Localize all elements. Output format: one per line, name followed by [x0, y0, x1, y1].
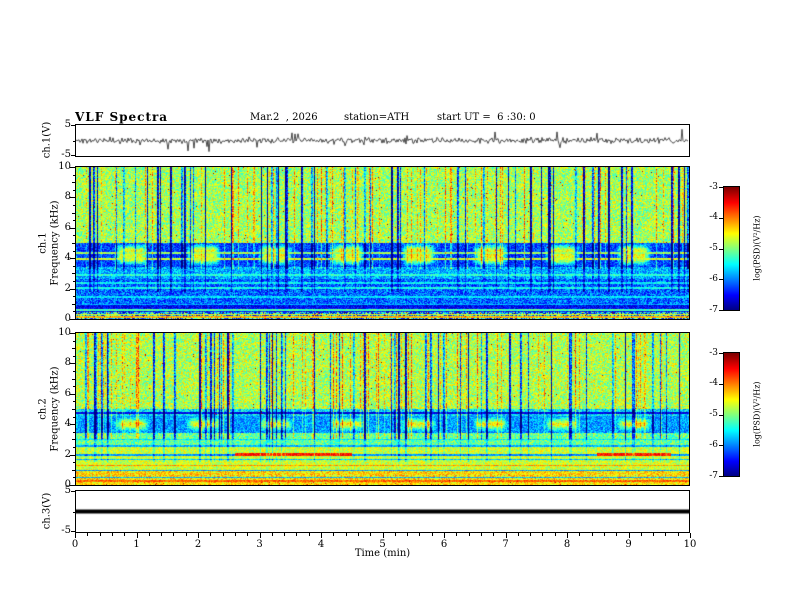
- y-axis-tick-label: 0: [64, 313, 71, 324]
- x-axis-tick: [591, 533, 593, 536]
- vlf-spectra-figure: VLF Spectra Mar.2 , 2026 station=ATH sta…: [0, 0, 792, 612]
- colorbar-tick-label: -4: [709, 212, 718, 223]
- x-axis-tick: [75, 533, 76, 538]
- ch2-frequency-axis-label-line2: Frequency (kHz): [49, 366, 60, 452]
- x-axis-tick: [653, 533, 655, 536]
- colorbar-1-label: log(PSD)(V²/Hz): [752, 215, 762, 281]
- x-axis-tick: [296, 533, 298, 536]
- x-axis-tick: [665, 533, 667, 536]
- x-axis-tick: [345, 533, 347, 536]
- x-axis-tick: [690, 533, 691, 538]
- ch2-spectrogram: [76, 333, 689, 485]
- colorbar-2: [723, 352, 740, 477]
- ch2-frequency-axis-label-line1: ch.2: [37, 398, 49, 420]
- colorbar-1: [723, 186, 740, 311]
- ch1-spectrogram-panel: [75, 166, 690, 320]
- colorbar-tick-label: -7: [709, 470, 718, 481]
- x-axis-tick: [382, 533, 384, 538]
- x-axis-tick: [616, 533, 618, 536]
- x-axis-tick: [530, 533, 532, 536]
- x-axis-tick: [357, 533, 359, 536]
- x-axis-tick: [161, 533, 163, 536]
- ch1-waveform-panel: [75, 124, 690, 157]
- x-axis-tick: [394, 533, 396, 536]
- x-axis-tick: [493, 533, 495, 536]
- ch3-waveform-panel: [75, 490, 690, 533]
- x-axis-tick: [198, 533, 199, 538]
- x-axis-tick: [542, 533, 544, 536]
- x-axis-tick: [567, 533, 568, 538]
- x-axis-tick: [99, 533, 101, 536]
- ch2-spectrogram-panel: [75, 332, 690, 486]
- x-axis-tick: [407, 533, 409, 536]
- colorbar-tick-label: -4: [709, 378, 718, 389]
- ch3-waveform-plot: [76, 491, 689, 532]
- x-axis-tick: [247, 533, 249, 536]
- x-axis-tick: [677, 533, 679, 536]
- x-axis-tick: [333, 533, 335, 536]
- colorbar-2-label: log(PSD)(V²/Hz): [752, 381, 762, 447]
- x-axis-tick: [370, 533, 372, 536]
- x-axis-tick: [284, 533, 286, 536]
- x-axis-tick: [444, 533, 445, 538]
- y-axis-tick-label: 10: [58, 327, 71, 338]
- colorbar-tick-label: -3: [709, 181, 718, 192]
- x-axis-tick: [517, 533, 519, 536]
- colorbar-tick-label: -7: [709, 304, 718, 315]
- x-axis-tick: [259, 533, 261, 538]
- x-axis-tick: [111, 533, 113, 536]
- ch2-frequency-axis-label: ch.2 Frequency (kHz): [38, 366, 61, 451]
- x-axis-tick: [419, 533, 421, 536]
- colorbar-tick-label: -3: [709, 347, 718, 358]
- y-axis-tick-label: 10: [58, 161, 71, 172]
- figure-date: Mar.2 , 2026: [250, 112, 318, 123]
- x-axis-tick: [173, 533, 175, 536]
- colorbar-tick-label: -5: [709, 409, 718, 419]
- x-axis-tick: [579, 533, 581, 536]
- colorbar-tick-label: -5: [709, 243, 718, 253]
- figure-title: VLF Spectra: [75, 110, 169, 124]
- x-axis-tick: [148, 533, 150, 536]
- y-axis-tick-label: 0: [64, 479, 71, 490]
- x-axis-tick: [431, 533, 433, 536]
- time-axis-label: Time (min): [354, 548, 411, 559]
- x-axis-tick: [222, 533, 224, 536]
- ch1-waveform-plot: [76, 125, 689, 156]
- x-axis-tick: [505, 533, 507, 538]
- ch1-voltage-axis-label: ch.1(V): [41, 121, 53, 159]
- x-axis-tick: [210, 533, 212, 536]
- x-axis-tick: [468, 533, 470, 536]
- ch1-spectrogram: [76, 167, 689, 319]
- x-axis-tick: [124, 533, 126, 536]
- x-axis-tick: [640, 533, 642, 536]
- x-axis-tick: [321, 533, 322, 538]
- x-axis-tick: [554, 533, 556, 536]
- x-axis-tick: [603, 533, 605, 536]
- start-ut-time: start UT = 6 :30: 0: [437, 112, 536, 123]
- ch1-frequency-axis-label-line2: Frequency (kHz): [49, 200, 60, 286]
- x-axis-tick: [185, 533, 187, 536]
- x-axis-tick: [308, 533, 310, 536]
- x-axis-tick: [271, 533, 273, 536]
- ch1-frequency-axis-label-line1: ch.1: [37, 232, 49, 254]
- x-axis-tick: [480, 533, 482, 536]
- x-axis-tick: [456, 533, 458, 536]
- colorbar-tick-label: -6: [709, 273, 718, 284]
- x-axis-tick: [234, 533, 236, 536]
- x-axis-tick: [87, 533, 89, 536]
- x-axis-tick: [628, 533, 630, 538]
- x-axis-tick: [136, 533, 138, 538]
- colorbar-tick-label: -6: [709, 439, 718, 450]
- ch3-voltage-axis-label: ch.3(V): [41, 492, 53, 530]
- station-name: station=ATH: [344, 112, 410, 123]
- ch1-frequency-axis-label: ch.1 Frequency (kHz): [38, 200, 61, 285]
